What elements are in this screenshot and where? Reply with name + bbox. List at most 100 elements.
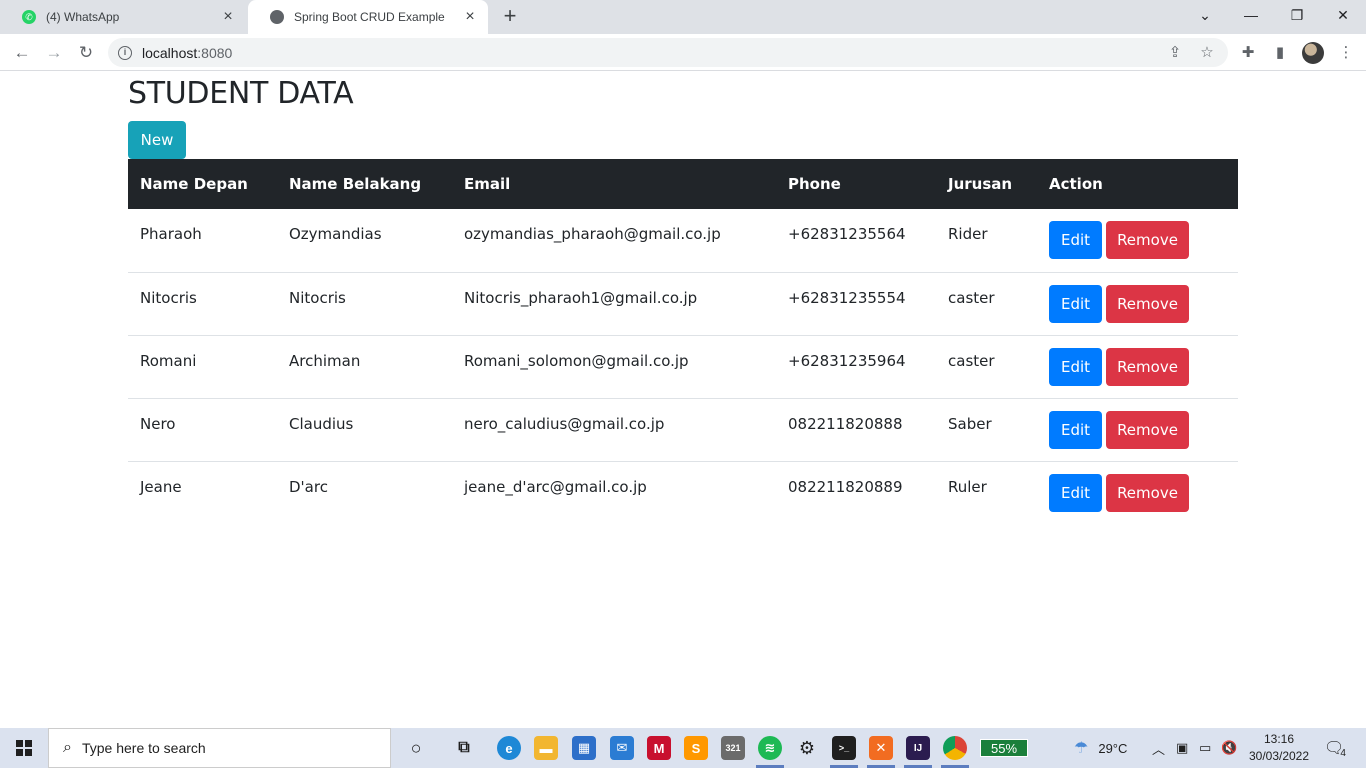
meet-now-icon[interactable]: ▣ — [1176, 728, 1188, 768]
side-panel-icon[interactable]: ▮ — [1270, 43, 1290, 63]
close-tab-icon[interactable]: × — [462, 9, 478, 25]
tab-title: (4) WhatsApp — [46, 10, 120, 24]
cell-email: nero_caludius@gmail.co.jp — [452, 397, 776, 461]
col-header-first-name: Name Depan — [140, 175, 248, 193]
new-tab-button[interactable]: + — [499, 5, 521, 28]
cell-jurusan: Saber — [936, 397, 1037, 461]
notification-center-icon[interactable]: 🗨 4 — [1324, 728, 1346, 768]
cell-last-name: Claudius — [277, 397, 452, 461]
table-row: Pharaoh Ozymandias ozymandias_pharaoh@gm… — [128, 209, 1238, 272]
cell-last-name: Ozymandias — [289, 225, 382, 243]
xampp-icon[interactable]: ✕ — [869, 736, 893, 760]
edit-button[interactable]: Edit — [1049, 221, 1102, 259]
menu-icon[interactable]: ⋮ — [1336, 43, 1356, 63]
cell-first-name: Nitocris — [128, 271, 277, 335]
cell-email: Nitocris_pharaoh1@gmail.co.jp — [452, 271, 776, 335]
table-row: Jeane D'arc jeane_d'arc@gmail.co.jp 0822… — [128, 460, 1238, 524]
page-content: STUDENT DATA New Name Depan Name Belakan… — [0, 71, 1366, 728]
minimize-button[interactable]: — — [1228, 0, 1274, 30]
clock-date: 30/03/2022 — [1248, 749, 1310, 763]
cell-phone: +62831235964 — [776, 334, 936, 398]
new-student-button[interactable]: New — [128, 121, 186, 159]
clock-time: 13:16 — [1263, 732, 1295, 746]
cell-first-name: Jeane — [128, 460, 277, 524]
volume-muted-icon[interactable]: 🔇 — [1221, 728, 1237, 768]
sublime-text-icon[interactable]: S — [684, 736, 708, 760]
cell-phone: 082211820888 — [776, 397, 936, 461]
cell-phone: +62831235554 — [776, 271, 936, 335]
remove-button[interactable]: Remove — [1106, 347, 1189, 386]
cell-action: Edit Remove — [1037, 334, 1238, 398]
close-tab-icon[interactable]: × — [220, 9, 236, 25]
taskbar-search-box[interactable]: ⌕ Type here to search — [48, 728, 391, 768]
taskbar: ⌕ Type here to search ○ ⧉ e ▬ ▦ ✉ M S 32… — [0, 728, 1366, 768]
cell-last-name: Nitocris — [277, 271, 452, 335]
profile-avatar[interactable] — [1302, 42, 1324, 64]
col-header-last-name: Name Belakang — [289, 175, 422, 193]
start-button[interactable] — [0, 728, 48, 768]
edge-icon[interactable]: e — [497, 736, 521, 760]
weather-widget[interactable]: ☂ 29°C — [1074, 728, 1127, 768]
address-bar[interactable]: i localhost:8080 ⇪ ☆ — [108, 38, 1228, 67]
cell-jurusan: caster — [936, 334, 1037, 398]
notification-count: 4 — [1340, 747, 1346, 759]
battery-percent-badge: 55% — [980, 739, 1028, 757]
cell-action: Edit Remove — [1037, 209, 1238, 272]
url-host: localhost — [142, 44, 198, 61]
cell-email: Romani_solomon@gmail.co.jp — [452, 334, 776, 398]
search-placeholder: Type here to search — [81, 740, 206, 756]
url-port: :8080 — [197, 44, 233, 61]
remove-button[interactable]: Remove — [1106, 473, 1189, 512]
restore-button[interactable]: ❐ — [1274, 0, 1320, 30]
show-hidden-icons-chevron-icon[interactable]: ︿ — [1152, 728, 1165, 768]
forward-icon[interactable]: → — [42, 41, 66, 65]
share-icon[interactable]: ⇪ — [1166, 44, 1184, 62]
page-title: STUDENT DATA — [128, 76, 354, 111]
close-window-button[interactable]: ✕ — [1320, 0, 1366, 30]
cell-last-name: Archiman — [277, 334, 452, 398]
tab-search-icon[interactable]: ⌄ — [1182, 0, 1228, 30]
windows-logo-icon — [16, 740, 32, 756]
cell-first-name: Pharaoh — [140, 225, 202, 243]
remove-button[interactable]: Remove — [1106, 284, 1189, 323]
cell-action: Edit Remove — [1037, 460, 1238, 524]
student-table: Name Depan Name Belakang Email Phone Jur… — [128, 159, 1238, 524]
cell-jurusan: Rider — [948, 225, 988, 243]
col-header-jurusan: Jurusan — [948, 175, 1013, 193]
settings-gear-icon[interactable]: ⚙ — [795, 736, 819, 760]
edit-button[interactable]: Edit — [1049, 473, 1102, 512]
table-row: Nero Claudius nero_caludius@gmail.co.jp … — [128, 397, 1238, 461]
edit-button[interactable]: Edit — [1049, 410, 1102, 449]
col-header-action: Action — [1049, 175, 1103, 193]
bookmark-star-icon[interactable]: ☆ — [1198, 44, 1216, 62]
site-info-icon[interactable]: i — [118, 45, 132, 60]
weather-temp: 29°C — [1098, 740, 1128, 756]
chrome-icon[interactable] — [943, 736, 967, 760]
remove-button[interactable]: Remove — [1106, 410, 1189, 449]
edit-button[interactable]: Edit — [1049, 284, 1102, 323]
table-row: Nitocris Nitocris Nitocris_pharaoh1@gmai… — [128, 271, 1238, 335]
edit-button[interactable]: Edit — [1049, 347, 1102, 386]
tab-spring-boot[interactable]: Spring Boot CRUD Example × — [248, 0, 488, 34]
tab-title: Spring Boot CRUD Example — [294, 10, 445, 24]
cell-first-name: Romani — [128, 334, 277, 398]
weather-rain-icon: ☂ — [1074, 740, 1089, 757]
cortana-icon[interactable]: ○ — [404, 736, 428, 760]
store-icon[interactable]: ▦ — [572, 736, 596, 760]
reload-icon[interactable]: ↻ — [74, 41, 98, 65]
mail-icon[interactable]: ✉ — [610, 736, 634, 760]
battery-icon[interactable]: ▭ — [1199, 728, 1211, 768]
cell-email: jeane_d'arc@gmail.co.jp — [452, 460, 776, 524]
task-view-icon[interactable]: ⧉ — [452, 736, 476, 760]
extensions-icon[interactable]: ✚ — [1238, 43, 1258, 63]
intellij-idea-icon[interactable]: IJ — [906, 736, 930, 760]
mcafee-icon[interactable]: M — [647, 736, 671, 760]
tab-whatsapp[interactable]: ✆ (4) WhatsApp × — [0, 0, 246, 34]
back-icon[interactable]: ← — [10, 41, 34, 65]
remove-button[interactable]: Remove — [1106, 221, 1189, 259]
system-clock[interactable]: 13:16 30/03/2022 — [1244, 731, 1314, 765]
spotify-icon[interactable]: ≋ — [758, 736, 782, 760]
calendar-app-icon[interactable]: 321 — [721, 736, 745, 760]
file-explorer-icon[interactable]: ▬ — [534, 736, 558, 760]
terminal-icon[interactable]: >_ — [832, 736, 856, 760]
